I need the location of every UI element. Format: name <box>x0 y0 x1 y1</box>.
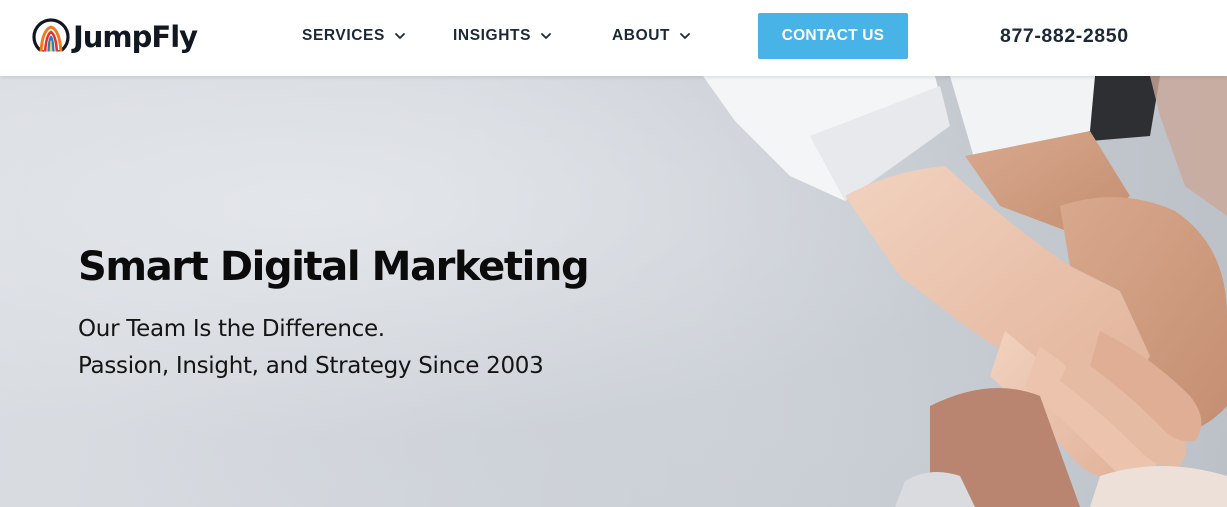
rainbow-arch-icon <box>32 18 70 56</box>
stacked-hands-photo <box>700 76 1227 507</box>
hero-title: Smart Digital Marketing <box>78 244 590 290</box>
nav-label-about: ABOUT <box>612 27 671 44</box>
nav-item-about[interactable]: ABOUT <box>612 22 691 50</box>
nav-label-services: SERVICES <box>302 27 385 44</box>
chevron-down-icon <box>680 33 691 39</box>
nav-label-insights: INSIGHTS <box>453 27 532 44</box>
logo-wordmark: JumpFly <box>73 19 198 54</box>
nav-item-insights[interactable]: INSIGHTS <box>453 22 552 50</box>
contact-us-button[interactable]: CONTACT US <box>758 13 908 59</box>
chevron-down-icon <box>395 33 405 39</box>
nav-item-services[interactable]: SERVICES <box>302 22 406 50</box>
hero-section: Smart Digital Marketing Our Team Is the … <box>0 76 1227 507</box>
hero-subtitle-line-1: Our Team Is the Difference. <box>78 316 385 342</box>
logo-link[interactable]: JumpFly <box>32 15 198 59</box>
site-header: JumpFly SERVICES INSIGHTS ABOUT CONTACT … <box>0 0 1227 76</box>
chevron-down-icon <box>541 33 551 39</box>
hero-subtitle-line-2: Passion, Insight, and Strategy Since 200… <box>78 353 544 379</box>
phone-number-link[interactable]: 877-882-2850 <box>1000 21 1129 51</box>
